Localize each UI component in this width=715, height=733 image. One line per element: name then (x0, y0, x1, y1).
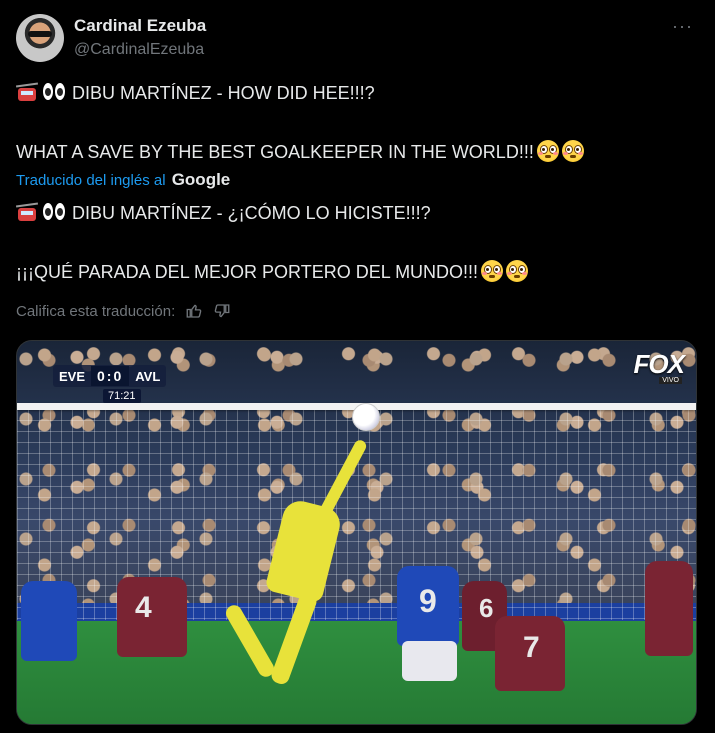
scorebug: EVE 0:0 AVL (53, 365, 167, 387)
aerial-tramway-emoji-icon (15, 82, 39, 102)
player-claret (117, 577, 187, 657)
shirt-number: 4 (135, 591, 152, 624)
flushed-face-emoji-icon (561, 140, 584, 162)
rate-translation-label: Califica esta traducción: (16, 302, 176, 320)
thumbs-up-icon[interactable] (185, 302, 203, 320)
tweet-line-4-text: ¡¡¡QUÉ PARADA DEL MEJOR PORTERO DEL MUND… (16, 262, 479, 282)
shirt-number: 6 (479, 593, 494, 623)
thumbs-down-icon[interactable] (213, 302, 231, 320)
match-clock: 71:21 (103, 389, 141, 403)
tweet-line-3-text: DIBU MARTÍNEZ - ¿¡CÓMO LO HICISTE!!!? (72, 203, 431, 223)
broadcaster-sub-label: VIVO (659, 377, 682, 384)
user-display-name[interactable]: Cardinal Ezeuba (74, 16, 206, 36)
avatar-glasses (28, 31, 52, 37)
away-team: AVL (135, 368, 161, 384)
avatar[interactable] (16, 14, 64, 62)
google-logo: Google (171, 170, 231, 189)
match-score: 0:0 (91, 366, 130, 386)
translation-label: Traducido del inglés al (16, 172, 166, 189)
broadcaster-logo: FOX (633, 349, 685, 379)
tweet-video[interactable]: 9 4 7 6 EVE 0:0 AVL 71:21 FOX VIVO (16, 340, 697, 725)
player-claret (645, 561, 693, 656)
eyes-emoji-icon (42, 202, 66, 222)
flushed-face-emoji-icon (506, 260, 529, 282)
football (352, 403, 380, 431)
tweet-line-1: DIBU MARTÍNEZ - HOW DID HEE!!!? (15, 82, 699, 104)
translation-attribution[interactable]: Traducido del inglés al Google (16, 170, 230, 190)
shirt-number: 7 (523, 631, 540, 664)
home-team: EVE (59, 368, 86, 384)
more-options-icon[interactable]: ··· (672, 16, 693, 37)
tweet-line-3: DIBU MARTÍNEZ - ¿¡CÓMO LO HICISTE!!!? (15, 202, 699, 224)
tweet-header: Cardinal Ezeuba @CardinalEzeuba ··· (16, 14, 699, 64)
shirt-number: 9 (419, 583, 437, 619)
flushed-face-emoji-icon (536, 140, 559, 162)
tweet-line-4: ¡¡¡QUÉ PARADA DEL MEJOR PORTERO DEL MUND… (16, 260, 699, 283)
tweet-line-2: WHAT A SAVE BY THE BEST GOALKEEPER IN TH… (16, 140, 699, 163)
flushed-face-emoji-icon (481, 260, 504, 282)
tweet-line-1-text: DIBU MARTÍNEZ - HOW DID HEE!!!? (72, 83, 375, 103)
eyes-emoji-icon (42, 82, 66, 102)
aerial-tramway-emoji-icon (15, 202, 39, 222)
user-handle[interactable]: @CardinalEzeuba (74, 41, 204, 59)
tweet-line-2-text: WHAT A SAVE BY THE BEST GOALKEEPER IN TH… (16, 142, 534, 162)
rate-translation: Califica esta traducción: (16, 302, 231, 320)
player-shorts (402, 641, 457, 681)
player-blue (21, 581, 77, 661)
